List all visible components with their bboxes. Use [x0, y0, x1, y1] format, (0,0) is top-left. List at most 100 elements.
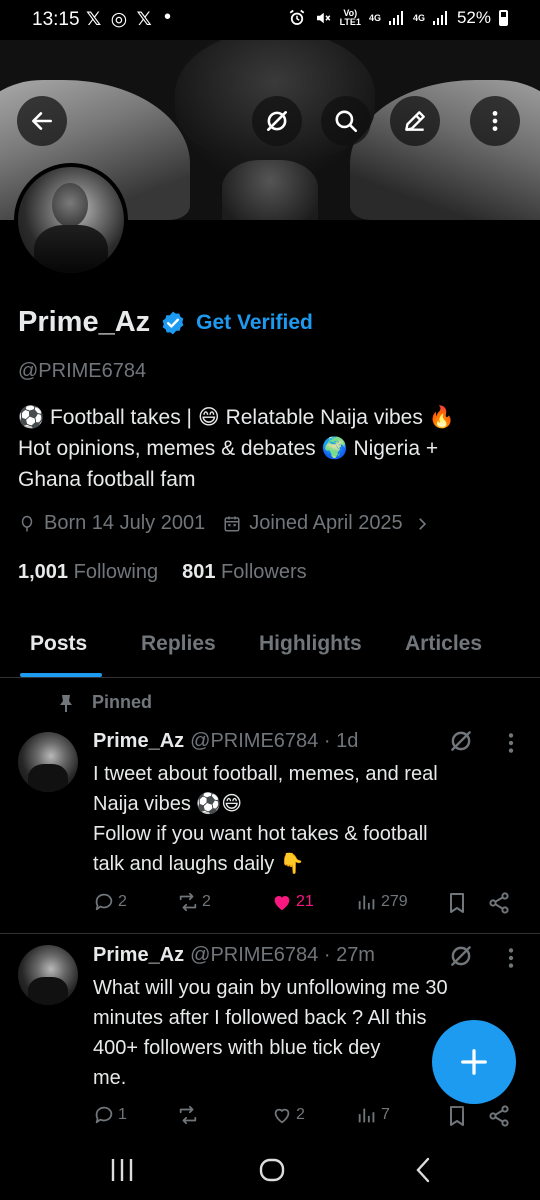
profile-bio: ⚽ Football takes | 😄 Relatable Naija vib… [18, 402, 518, 495]
more-options-button[interactable] [470, 96, 520, 146]
share-icon[interactable] [487, 1104, 511, 1128]
banner-photo-face [222, 160, 318, 220]
home-circle-icon [259, 1158, 285, 1182]
post-avatar[interactable] [18, 732, 78, 792]
nav-back-button[interactable] [404, 1150, 444, 1190]
signal-icon-2 [432, 11, 447, 25]
birthday: Born 14 July 2001 [18, 512, 205, 535]
post-more-icon[interactable] [498, 730, 524, 756]
edit-button[interactable] [390, 96, 440, 146]
joined-date[interactable]: Joined April 2025 [223, 512, 430, 535]
reply-count: 1 [118, 1106, 127, 1123]
tab-posts[interactable]: Posts [30, 632, 87, 656]
home-button[interactable] [252, 1150, 292, 1190]
mute-icon [316, 12, 330, 24]
profile-avatar[interactable] [14, 163, 128, 277]
alarm-icon [289, 9, 304, 25]
calendar-icon [224, 516, 240, 531]
get-verified-link[interactable]: Get Verified [196, 311, 313, 335]
grok-button[interactable] [252, 96, 302, 146]
post-line: What will you gain by unfollowing me 30 [93, 977, 448, 999]
following-count: 1,001 [18, 561, 69, 583]
tab-articles[interactable]: Articles [405, 632, 482, 656]
compose-post-button[interactable] [432, 1020, 516, 1104]
post-line: talk and laughs daily 👇 [93, 853, 305, 875]
bookmark-icon[interactable] [445, 891, 469, 915]
bio-line: ⚽ Football takes | 😄 Relatable Naija vib… [18, 406, 455, 429]
signal-icon [388, 11, 403, 25]
volte-indicator: Vo) LTE1 [339, 8, 361, 27]
repost-button[interactable] [177, 1104, 202, 1126]
post-line: I tweet about football, memes, and real [93, 763, 438, 785]
like-count: 21 [296, 893, 314, 910]
back-button[interactable] [17, 96, 67, 146]
display-name: Prime_Az [18, 306, 151, 338]
tab-highlights[interactable]: Highlights [259, 632, 362, 656]
more-vertical-icon [492, 111, 498, 131]
tab-replies[interactable]: Replies [141, 632, 216, 656]
reply-icon [95, 1106, 113, 1124]
post-author-name[interactable]: Prime_Az [93, 944, 184, 967]
pencil-icon [405, 111, 425, 131]
name-row: Prime_Az Get Verified [18, 306, 528, 339]
active-tab-indicator [20, 673, 102, 677]
grok-icon[interactable] [448, 943, 474, 969]
status-time: 13:15 [32, 9, 80, 30]
post-actions: 2 2 21 279 [93, 891, 523, 919]
views-icon [358, 895, 375, 910]
battery-percent: 52% [456, 8, 491, 27]
following-link[interactable]: 1,001 Following [18, 561, 158, 584]
network-type-1: 4G [368, 12, 381, 23]
repost-icon [179, 892, 197, 912]
post-actions: 1 2 7 [93, 1104, 523, 1132]
repost-button[interactable]: 2 [177, 891, 211, 913]
chevron-right-icon [418, 517, 426, 530]
profile-meta: Born 14 July 2001 Joined April 2025 [18, 512, 528, 535]
profile-tabs: Posts Replies Highlights Articles [0, 618, 540, 678]
chevron-left-icon [416, 1157, 430, 1183]
repost-icon [179, 1105, 197, 1125]
like-button[interactable]: 21 [271, 891, 314, 913]
following-label: Following [73, 561, 159, 583]
post-handle-time: @PRIME6784 · 27m [190, 944, 375, 966]
profile-handle: @PRIME6784 [18, 360, 147, 382]
bookmark-icon[interactable] [445, 1104, 469, 1128]
banner-photo-right [350, 80, 540, 220]
post-author-name[interactable]: Prime_Az [93, 730, 184, 753]
network-type-2: 4G [412, 12, 425, 23]
bio-line: Hot opinions, memes & debates 🌍 Nigeria … [18, 437, 439, 460]
post-line: Naija vibes ⚽😄 [93, 793, 243, 815]
status-app-icons: 𝕏 ◎ 𝕏 [86, 9, 154, 30]
share-icon[interactable] [487, 891, 511, 915]
search-button[interactable] [321, 96, 371, 146]
reply-button[interactable]: 2 [93, 891, 127, 913]
views-button[interactable]: 7 [356, 1104, 390, 1126]
reply-icon [95, 893, 113, 911]
views-button[interactable]: 279 [356, 891, 408, 913]
recent-apps-button[interactable] [102, 1150, 142, 1190]
views-icon [358, 1108, 375, 1123]
verified-badge-icon[interactable] [160, 310, 186, 336]
like-count: 2 [296, 1106, 305, 1123]
views-count: 7 [381, 1106, 390, 1123]
post-handle-time: @PRIME6784 · 1d [190, 730, 359, 752]
like-button[interactable]: 2 [271, 1104, 305, 1126]
followers-label: Followers [221, 561, 307, 583]
arrow-left-icon [32, 112, 52, 130]
post-avatar[interactable] [18, 945, 78, 1005]
post-header: Prime_Az @PRIME6784 · 1d [93, 730, 358, 753]
status-dot: • [164, 6, 172, 28]
reply-button[interactable]: 1 [93, 1104, 127, 1126]
battery-icon [499, 10, 508, 26]
status-bar: 13:15 𝕏 ◎ 𝕏 • Vo) LTE1 4G 4G 52% [0, 0, 540, 40]
followers-link[interactable]: 801 Followers [182, 561, 307, 584]
post-text[interactable]: I tweet about football, memes, and real … [93, 759, 503, 879]
system-nav-bar [0, 1136, 540, 1200]
pinned-label: Pinned [92, 692, 153, 712]
search-icon [335, 110, 358, 133]
grok-icon[interactable] [448, 728, 474, 754]
grok-icon [267, 111, 287, 131]
post-more-icon[interactable] [498, 945, 524, 971]
status-indicators: Vo) LTE1 4G 4G 52% [288, 8, 508, 28]
plus-icon [461, 1049, 487, 1075]
